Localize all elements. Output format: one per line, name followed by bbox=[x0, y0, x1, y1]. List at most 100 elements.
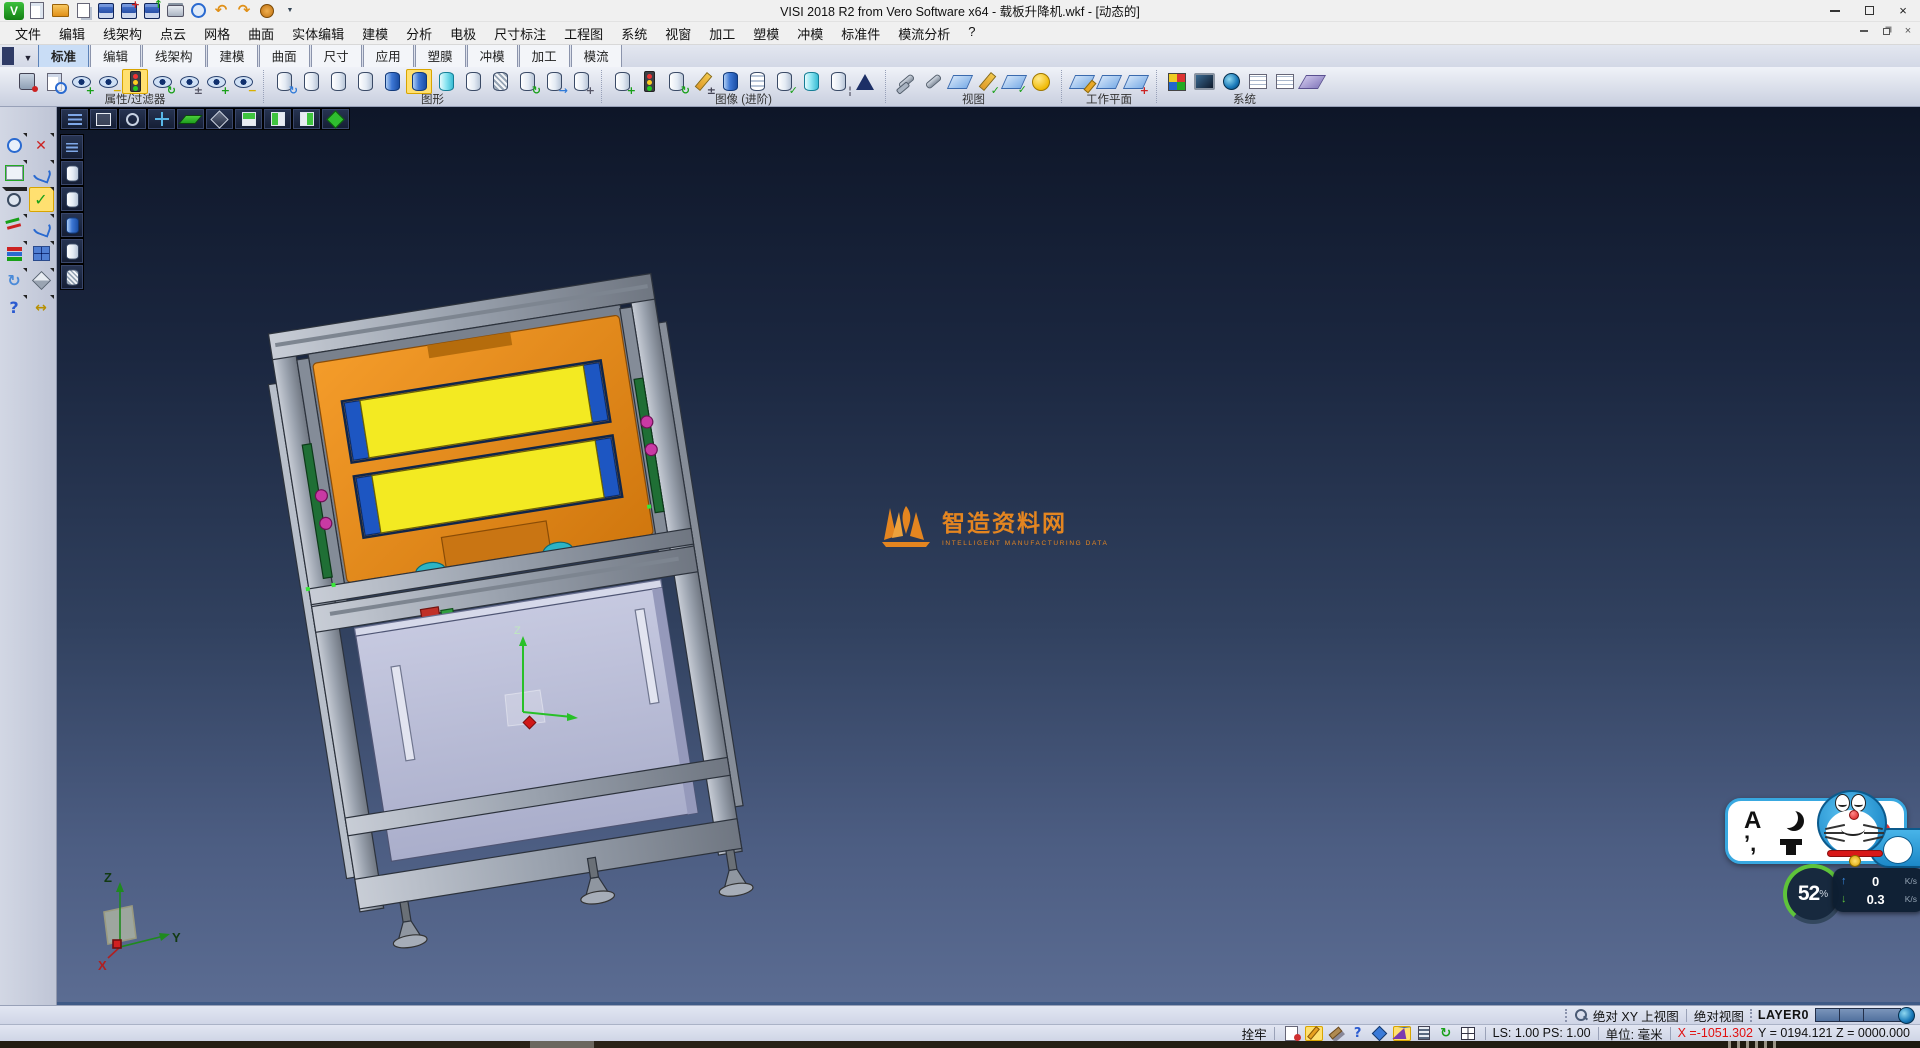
menu-item-1[interactable]: 编辑 bbox=[50, 22, 94, 45]
pencil-green-icon[interactable] bbox=[974, 69, 1000, 94]
view-iso-solid-icon[interactable] bbox=[321, 108, 350, 130]
network-speed-panel[interactable]: ↑ 0 K/s ↓ 0.3 K/s bbox=[1833, 868, 1920, 912]
menu-item-6[interactable]: 实体编辑 bbox=[283, 22, 353, 45]
eye-hide-icon[interactable] bbox=[230, 69, 256, 94]
menu-item-17[interactable]: 标准件 bbox=[832, 22, 889, 45]
active-layer-label[interactable]: LAYER0 bbox=[1758, 1008, 1809, 1022]
entity-outline-a-icon[interactable] bbox=[60, 160, 84, 186]
menu-item-4[interactable]: 网格 bbox=[195, 22, 239, 45]
eye-plus-minus-icon[interactable] bbox=[176, 69, 202, 94]
menu-item-3[interactable]: 点云 bbox=[151, 22, 195, 45]
ribbon-tab-7[interactable]: 塑膜 bbox=[415, 42, 466, 67]
monitor-image-icon[interactable] bbox=[1191, 69, 1217, 94]
pyramid-navy-icon[interactable] bbox=[852, 69, 878, 94]
ribbon-tab-5[interactable]: 尺寸 bbox=[311, 42, 362, 67]
ribbon-tab-10[interactable]: 模流 bbox=[571, 42, 622, 67]
globe-status-icon[interactable] bbox=[1897, 1008, 1915, 1023]
draw-spline-icon[interactable] bbox=[29, 160, 54, 185]
view-search-icon[interactable] bbox=[118, 108, 147, 130]
solid-cube-icon[interactable] bbox=[29, 268, 54, 293]
eye-refresh-icon[interactable] bbox=[149, 69, 175, 94]
ribbon-tab-4[interactable]: 曲面 bbox=[259, 42, 310, 67]
attribute-books-icon[interactable] bbox=[2, 241, 27, 266]
menu-item-10[interactable]: 尺寸标注 bbox=[485, 22, 555, 45]
cad-viewport[interactable]: Z Z Y X bbox=[57, 107, 1920, 1005]
view-top-icon[interactable] bbox=[176, 108, 205, 130]
close-button[interactable]: × bbox=[1886, 0, 1920, 21]
mdi-close-button[interactable]: × bbox=[1900, 24, 1916, 38]
menu-item-0[interactable]: 文件 bbox=[6, 22, 50, 45]
traffic-light-active-icon[interactable] bbox=[122, 69, 148, 94]
pick-hammer-icon[interactable] bbox=[1327, 1026, 1345, 1041]
view-swatch-c-icon[interactable] bbox=[1873, 1008, 1891, 1023]
grid-snap-icon[interactable] bbox=[1459, 1026, 1477, 1041]
tab-dropdown-icon[interactable]: ▼ bbox=[18, 49, 38, 67]
entity-list-icon[interactable] bbox=[60, 134, 84, 160]
measure-distance-icon[interactable] bbox=[29, 295, 54, 320]
help-blue-icon[interactable] bbox=[1349, 1026, 1367, 1041]
ime-skin-shirt-icon[interactable] bbox=[1780, 839, 1802, 845]
help-question-icon[interactable] bbox=[2, 295, 27, 320]
cyl-outline-d-icon[interactable] bbox=[460, 69, 486, 94]
menu-item-19[interactable]: ? bbox=[959, 22, 984, 45]
snap-object-icon[interactable] bbox=[1371, 1026, 1389, 1041]
cyl-blue-b-icon[interactable] bbox=[717, 69, 743, 94]
zoom-options-icon[interactable] bbox=[2, 187, 27, 212]
new-document-icon[interactable] bbox=[27, 2, 47, 20]
globe-system-icon[interactable] bbox=[1218, 69, 1244, 94]
print-icon[interactable] bbox=[165, 2, 185, 20]
cyl-outline-b-icon[interactable] bbox=[325, 69, 351, 94]
units-label[interactable]: 单位: 毫米 bbox=[1606, 1024, 1663, 1043]
plane-check-icon[interactable] bbox=[1001, 69, 1027, 94]
wrench-view-icon[interactable] bbox=[920, 69, 946, 94]
view-axis-icon[interactable] bbox=[147, 108, 176, 130]
paint-clear-icon[interactable] bbox=[14, 69, 40, 94]
wand-active-icon[interactable] bbox=[1305, 1026, 1323, 1041]
copy-document-icon[interactable] bbox=[73, 2, 93, 20]
ribbon-tab-6[interactable]: 应用 bbox=[363, 42, 414, 67]
workplane-pencil-icon[interactable] bbox=[1069, 69, 1095, 94]
machine-frame-group[interactable] bbox=[261, 272, 757, 955]
entity-trash-icon[interactable] bbox=[60, 264, 84, 290]
workplane-grid-icon[interactable] bbox=[1096, 69, 1122, 94]
select-box-icon[interactable] bbox=[89, 108, 118, 130]
rotate-auto-icon[interactable] bbox=[1437, 1026, 1455, 1041]
stamp-icon[interactable] bbox=[257, 2, 277, 20]
lock-label[interactable]: 拴牢 bbox=[1242, 1024, 1267, 1043]
view-left-icon[interactable] bbox=[263, 108, 292, 130]
regen-refresh-icon[interactable] bbox=[2, 268, 27, 293]
plane-draft-icon[interactable] bbox=[947, 69, 973, 94]
edit-curve-icon[interactable] bbox=[29, 214, 54, 239]
mdi-restore-button[interactable] bbox=[1878, 24, 1894, 38]
smiley-icon[interactable] bbox=[1028, 69, 1054, 94]
menu-item-12[interactable]: 系统 bbox=[612, 22, 656, 45]
visi-logo-icon[interactable]: V bbox=[4, 2, 24, 20]
cyl-clip-icon[interactable] bbox=[825, 69, 851, 94]
scale-label[interactable]: LS: 1.00 PS: 1.00 bbox=[1493, 1026, 1591, 1040]
layer-stack-icon[interactable] bbox=[1415, 1026, 1433, 1041]
ribbon-tab-9[interactable]: 加工 bbox=[519, 42, 570, 67]
workplane-axis-icon[interactable] bbox=[1123, 69, 1149, 94]
find-entities-icon[interactable] bbox=[2, 133, 27, 158]
eye-show-icon[interactable] bbox=[203, 69, 229, 94]
select-frame-icon[interactable] bbox=[2, 160, 27, 185]
entity-blue-active-icon[interactable] bbox=[60, 212, 84, 238]
cyl-outline-a-icon[interactable] bbox=[298, 69, 324, 94]
pencil-plus-minus-icon[interactable] bbox=[690, 69, 716, 94]
view-right-icon[interactable] bbox=[292, 108, 321, 130]
cyl-recycle-icon[interactable] bbox=[514, 69, 540, 94]
cyl-hatched-icon[interactable] bbox=[487, 69, 513, 94]
doc-ref-red-icon[interactable] bbox=[1283, 1026, 1301, 1041]
view-iso-wire-icon[interactable] bbox=[205, 108, 234, 130]
eye-remove-icon[interactable] bbox=[95, 69, 121, 94]
ribbon-tab-1[interactable]: 编辑 bbox=[90, 42, 141, 67]
cyl-check-icon[interactable] bbox=[771, 69, 797, 94]
redo-icon[interactable] bbox=[234, 2, 254, 20]
ime-punctuation-icon[interactable]: ’, bbox=[1744, 831, 1756, 857]
view-reference-label[interactable]: 绝对视图 bbox=[1694, 1006, 1744, 1025]
traffic-light-small-icon[interactable] bbox=[636, 69, 662, 94]
maximize-button[interactable] bbox=[1852, 0, 1886, 21]
view-front-icon[interactable] bbox=[234, 108, 263, 130]
cyl-blue-icon[interactable] bbox=[379, 69, 405, 94]
ribbon-tab-8[interactable]: 冲模 bbox=[467, 42, 518, 67]
